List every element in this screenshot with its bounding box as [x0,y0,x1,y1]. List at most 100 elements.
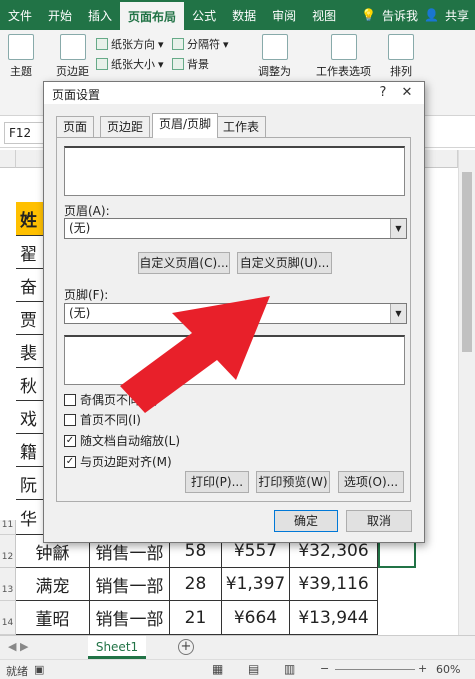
dropdown-arrow-icon[interactable]: ▼ [390,219,406,238]
print-preview-button[interactable]: 打印预览(W) [256,471,330,493]
print-button[interactable]: 打印(P)... [185,471,249,493]
table-cell[interactable]: 销售一部 [90,568,170,601]
checkbox-label: 奇偶页不同(D) [80,393,159,407]
tab-review[interactable]: 审阅 [264,0,304,30]
checkbox-align-margins[interactable]: ✓ 与页边距对齐(M) [64,453,172,470]
tab-formulas[interactable]: 公式 [184,0,224,30]
table-cell[interactable]: 28 [170,568,222,601]
table-cell[interactable]: 销售一部 [90,601,170,635]
options-button[interactable]: 选项(O)... [338,471,404,493]
person-icon: 👤 [424,8,439,22]
row-header[interactable]: 11 [0,520,16,535]
add-sheet-icon[interactable]: + [178,639,194,655]
table-cell[interactable]: 董昭 [16,601,90,635]
table-cell[interactable]: 翟 [16,236,44,269]
dropdown-arrow-icon[interactable]: ▼ [390,304,406,323]
table-cell[interactable]: 满宠 [16,568,90,601]
sheet-options-label: 工作表选项 [316,65,371,78]
checkbox-odd-even[interactable]: 奇偶页不同(D) [64,391,159,408]
orientation-icon [96,38,108,50]
background-icon [172,58,184,70]
zoom-slider[interactable] [335,669,415,670]
cancel-button[interactable]: 取消 [346,510,412,532]
page-layout-view-icon[interactable]: ▤ [248,662,259,676]
sheet-nav-arrows[interactable]: ◀ ▶ [8,640,28,653]
orientation-button[interactable]: 纸张方向 ▾ [96,36,164,52]
breaks-button[interactable]: 分隔符 ▾ [172,36,229,52]
zoom-out-icon[interactable]: − [320,662,329,675]
table-cell[interactable]: 裴 [16,335,44,368]
checkbox-label: 首页不同(I) [80,413,141,427]
header-cell-name[interactable]: 姓 [16,202,44,236]
sheet-tab-bar: ◀ ▶ Sheet1 + [0,635,475,659]
zoom-level[interactable]: 60% [436,663,460,676]
tab-view[interactable]: 视图 [304,0,344,30]
sheet-options-group[interactable]: 工作表选项 [316,34,371,79]
row-header[interactable]: 13 [0,568,16,601]
tab-data[interactable]: 数据 [224,0,264,30]
margins-label: 页边距 [56,65,89,78]
select-all-corner[interactable] [0,150,16,168]
margins-icon [59,34,86,60]
tab-page-layout[interactable]: 页面布局 [120,0,185,30]
checkmark-icon[interactable]: ✓ [64,434,76,447]
table-cell[interactable]: ¥664 [222,601,290,635]
table-cell[interactable]: ¥39,116 [290,568,378,601]
custom-footer-button[interactable]: 自定义页脚(U)... [237,252,332,274]
table-cell[interactable]: 阮 [16,467,44,500]
tab-page[interactable]: 页面 [56,116,95,137]
zoom-in-icon[interactable]: + [418,662,427,675]
checkbox-box[interactable] [64,393,76,406]
table-cell[interactable]: 贾 [16,302,44,335]
tell-me-button[interactable]: 告诉我 [382,7,418,24]
scale-group[interactable]: 调整为 [258,34,291,79]
themes-group[interactable]: 主题 [8,34,34,79]
table-cell[interactable]: 奋 [16,269,44,302]
tab-file[interactable]: 文件 [0,0,40,30]
status-bar: 就绪 ▣ ▦ ▤ ▥ − + 60% [0,659,475,679]
page-break-view-icon[interactable]: ▥ [284,662,295,676]
themes-label: 主题 [10,65,32,78]
table-cell[interactable]: ¥13,944 [290,601,378,635]
table-cell[interactable]: 秋 [16,368,44,401]
header-select[interactable]: (无) ▼ [64,218,407,239]
ok-button[interactable]: 确定 [274,510,338,532]
table-cell[interactable]: 籍 [16,434,44,467]
custom-header-button[interactable]: 自定义页眉(C)... [138,252,230,274]
size-button[interactable]: 纸张大小 ▾ [96,56,164,72]
size-icon [96,58,108,70]
header-select-value: (无) [69,221,91,235]
normal-view-icon[interactable]: ▦ [212,662,223,676]
checkbox-label: 随文档自动缩放(L) [80,434,181,448]
background-button[interactable]: 背景 [172,56,209,72]
tab-sheet[interactable]: 工作表 [216,116,267,137]
dialog-titlebar[interactable]: 页面设置 ? ✕ [44,82,424,104]
table-cell[interactable]: 戏 [16,401,44,434]
tab-header-footer[interactable]: 页眉/页脚 [152,113,219,138]
scrollbar-thumb[interactable] [462,172,472,352]
tab-margins[interactable]: 页边距 [100,116,151,137]
footer-select-value: (无) [69,306,91,320]
table-cell[interactable]: 21 [170,601,222,635]
sheet-tab-sheet1[interactable]: Sheet1 [88,636,146,659]
share-button[interactable]: 共享 [445,7,469,24]
macro-record-icon[interactable]: ▣ [34,663,44,676]
close-icon[interactable]: ✕ [396,84,418,102]
checkbox-scale-with-doc[interactable]: ✓ 随文档自动缩放(L) [64,432,180,449]
tab-insert[interactable]: 插入 [80,0,120,30]
page-setup-dialog: 页面设置 ? ✕ 页面 页边距 页眉/页脚 工作表 页眉(A): (无) ▼ 自… [43,81,425,543]
header-footer-panel: 页眉(A): (无) ▼ 自定义页眉(C)... 自定义页脚(U)... 页脚(… [56,137,411,502]
tab-home[interactable]: 开始 [40,0,80,30]
margins-group[interactable]: 页边距 [56,34,89,79]
arrange-group[interactable]: 排列 [388,34,414,79]
row-header[interactable]: 12 [0,535,16,568]
checkmark-icon[interactable]: ✓ [64,455,76,468]
table-cell[interactable]: 华 [16,500,44,535]
footer-select[interactable]: (无) ▼ [64,303,407,324]
help-button[interactable]: ? [372,84,394,102]
checkbox-first-page[interactable]: 首页不同(I) [64,411,141,428]
checkbox-box[interactable] [64,413,76,426]
row-header[interactable]: 14 [0,601,16,635]
vertical-scrollbar[interactable] [458,150,475,635]
table-cell[interactable]: ¥1,397 [222,568,290,601]
